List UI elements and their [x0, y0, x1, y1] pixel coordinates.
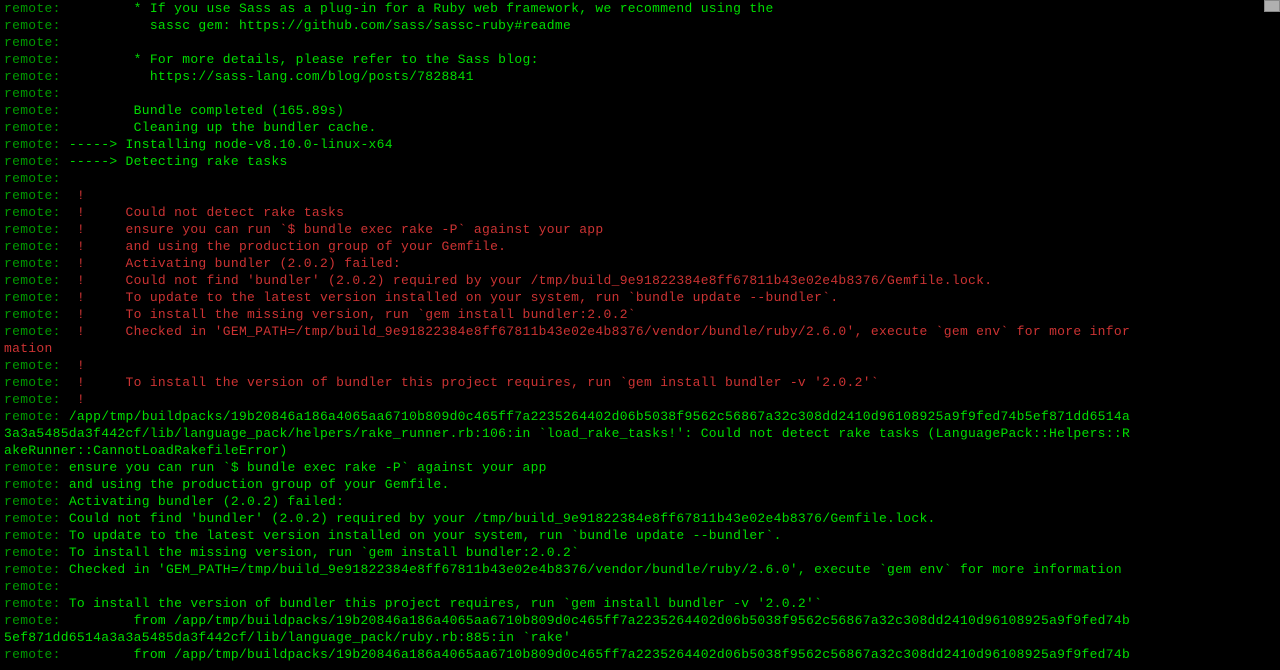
error-line: remote: ! To install the version of bund… — [4, 374, 1276, 391]
error-line: remote: ! To install the missing version… — [4, 306, 1276, 323]
error-line: remote: ! Could not find 'bundler' (2.0.… — [4, 272, 1276, 289]
log-line: remote: To install the version of bundle… — [4, 595, 1276, 612]
error-line: remote: ! — [4, 187, 1276, 204]
log-line: remote: Could not find 'bundler' (2.0.2)… — [4, 510, 1276, 527]
log-line: remote: from /app/tmp/buildpacks/19b2084… — [4, 646, 1276, 663]
scrollbar-thumb[interactable] — [1264, 0, 1280, 12]
error-line: remote: ! ensure you can run `$ bundle e… — [4, 221, 1276, 238]
log-line: remote: To update to the latest version … — [4, 527, 1276, 544]
log-line: remote: — [4, 34, 1276, 51]
log-line-wrap: 5ef871dd6514a3a3a5485da3f442cf/lib/langu… — [4, 629, 1276, 646]
log-line: remote: Cleaning up the bundler cache. — [4, 119, 1276, 136]
log-line: remote: ensure you can run `$ bundle exe… — [4, 459, 1276, 476]
error-line: remote: ! Checked in 'GEM_PATH=/tmp/buil… — [4, 323, 1276, 340]
log-line: remote: -----> Installing node-v8.10.0-l… — [4, 136, 1276, 153]
log-line: remote: /app/tmp/buildpacks/19b20846a186… — [4, 408, 1276, 425]
log-line: remote: https://sass-lang.com/blog/posts… — [4, 68, 1276, 85]
log-line: remote: sassc gem: https://github.com/sa… — [4, 17, 1276, 34]
log-line: remote: from /app/tmp/buildpacks/19b2084… — [4, 612, 1276, 629]
log-line: remote: Activating bundler (2.0.2) faile… — [4, 493, 1276, 510]
log-line: remote: Bundle completed (165.89s) — [4, 102, 1276, 119]
log-line: remote: and using the production group o… — [4, 476, 1276, 493]
log-line: remote: — [4, 578, 1276, 595]
log-line-wrap: 3a3a5485da3f442cf/lib/language_pack/help… — [4, 425, 1276, 442]
log-line-wrap: akeRunner::CannotLoadRakefileError) — [4, 442, 1276, 459]
error-line: remote: ! — [4, 391, 1276, 408]
log-line: remote: — [4, 85, 1276, 102]
error-line: remote: ! — [4, 357, 1276, 374]
log-line: remote: — [4, 170, 1276, 187]
error-line-wrap: mation — [4, 340, 1276, 357]
terminal-output[interactable]: remote: * If you use Sass as a plug-in f… — [4, 0, 1276, 663]
error-line: remote: ! Could not detect rake tasks — [4, 204, 1276, 221]
error-line: remote: ! Activating bundler (2.0.2) fai… — [4, 255, 1276, 272]
log-line: remote: To install the missing version, … — [4, 544, 1276, 561]
log-line: remote: -----> Detecting rake tasks — [4, 153, 1276, 170]
log-line: remote: * If you use Sass as a plug-in f… — [4, 0, 1276, 17]
log-line: remote: * For more details, please refer… — [4, 51, 1276, 68]
log-line: remote: Checked in 'GEM_PATH=/tmp/build_… — [4, 561, 1276, 578]
error-line: remote: ! and using the production group… — [4, 238, 1276, 255]
error-line: remote: ! To update to the latest versio… — [4, 289, 1276, 306]
